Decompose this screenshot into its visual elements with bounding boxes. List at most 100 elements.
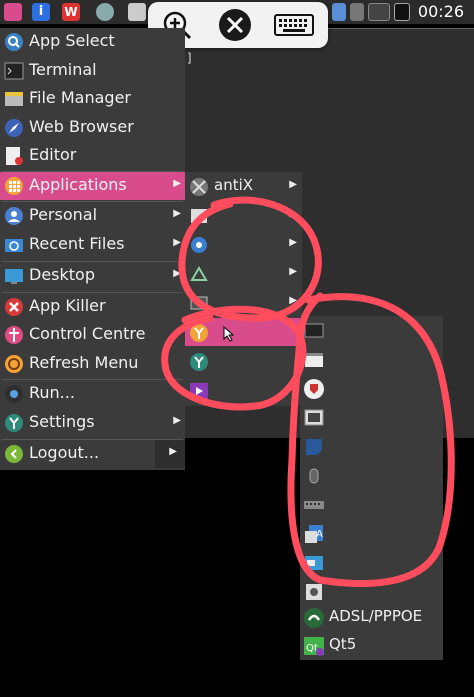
- note-icon: [306, 439, 322, 455]
- system-item-7[interactable]: [300, 490, 443, 518]
- system-item-8[interactable]: A: [300, 519, 443, 547]
- chevron-right-icon: ▶: [289, 237, 297, 248]
- submenu-item-label: antiX: [214, 176, 254, 194]
- submenu-item-2[interactable]: ▶: [185, 201, 302, 229]
- system-item-label: Qt5: [329, 635, 357, 653]
- antix-icon: [190, 178, 208, 196]
- keyboard-icon: [304, 501, 324, 509]
- menu-item-control-centre[interactable]: Control Centre: [0, 321, 185, 349]
- menu-item-refresh-menu[interactable]: Refresh Menu: [0, 350, 185, 378]
- chevron-right-icon: ▶: [173, 237, 181, 248]
- system-item-3[interactable]: [300, 374, 443, 402]
- chevron-right-icon: ▶: [173, 178, 181, 189]
- info-icon[interactable]: i: [32, 3, 50, 21]
- system-item-label: ADSL/PPPOE: [329, 607, 423, 625]
- menu-item-applications[interactable]: Applications ▶: [0, 172, 185, 200]
- editor-icon: [6, 147, 23, 165]
- keyboard-tray-icon[interactable]: [350, 3, 364, 21]
- logout-submenu-toggle[interactable]: ▶: [155, 440, 185, 468]
- keyboard-icon[interactable]: [272, 8, 316, 42]
- menu-item-personal[interactable]: Personal ▶: [0, 202, 185, 230]
- svg-text:A: A: [316, 529, 323, 540]
- menu-item-label: Run...: [29, 383, 75, 402]
- menu-item-file-manager[interactable]: File Manager: [0, 85, 185, 113]
- user-icon: [5, 207, 23, 225]
- apps-grid-icon: [5, 177, 23, 195]
- logout-icon: [5, 445, 23, 463]
- recent-files-icon: [5, 239, 23, 252]
- panel-icon: [305, 353, 323, 367]
- menu-item-label: App Killer: [29, 296, 106, 315]
- submenu-item-antix[interactable]: antiX ▶: [185, 172, 302, 200]
- menu-item-label: Personal: [29, 205, 98, 224]
- menu-item-label: Applications: [29, 175, 127, 194]
- menu-item-app-killer[interactable]: App Killer: [0, 293, 185, 321]
- menu-item-label: Editor: [29, 145, 77, 164]
- compass-icon: [5, 119, 23, 137]
- system-item-adsl[interactable]: ADSL/PPPOE: [300, 603, 443, 631]
- menu-item-web-browser[interactable]: Web Browser: [0, 114, 185, 142]
- menu-item-recent-files[interactable]: Recent Files ▶: [0, 231, 185, 259]
- menu-item-label: Web Browser: [29, 117, 134, 136]
- run-icon: [5, 385, 23, 403]
- apps-grid-icon[interactable]: [4, 3, 22, 21]
- clock[interactable]: 00:26: [418, 2, 464, 21]
- menu-item-label: Desktop: [29, 265, 95, 284]
- system-item-10[interactable]: [300, 577, 443, 605]
- system-submenu: A ADSL/PPPOE Qt Qt5: [300, 316, 443, 660]
- browser-icon[interactable]: [96, 3, 114, 21]
- applications-submenu: antiX ▶ ▶ ▶ ▶ ▶: [185, 172, 302, 406]
- system-item-6[interactable]: [300, 461, 443, 489]
- menu-item-settings[interactable]: Settings ▶: [0, 409, 185, 437]
- submenu-item-media[interactable]: [185, 376, 302, 404]
- main-menu: App Select Terminal File Manager Web Bro…: [0, 28, 185, 470]
- submenu-item-system[interactable]: [185, 318, 302, 346]
- remote-connection-icon[interactable]: [218, 8, 252, 42]
- folder-icon: [5, 92, 23, 106]
- network-tray-icon[interactable]: [332, 3, 346, 21]
- system-item-5[interactable]: [300, 432, 443, 460]
- menu-item-run[interactable]: Run...: [0, 380, 185, 408]
- media-icon: [190, 383, 208, 399]
- volume-tray-icon[interactable]: [368, 3, 390, 21]
- system-item-9[interactable]: [300, 548, 443, 576]
- tools-icon: [190, 353, 208, 371]
- submenu-item-4[interactable]: ▶: [185, 259, 302, 287]
- system-item-4[interactable]: [300, 403, 443, 431]
- menu-item-desktop[interactable]: Desktop ▶: [0, 262, 185, 290]
- chevron-right-icon: ▶: [289, 179, 297, 190]
- battery-tray-icon[interactable]: [394, 3, 410, 21]
- menu-item-terminal[interactable]: Terminal: [0, 57, 185, 85]
- submenu-item-3[interactable]: ▶: [185, 230, 302, 258]
- chevron-right-icon: ▶: [289, 295, 297, 306]
- phone-icon: [304, 608, 324, 628]
- window-icon[interactable]: [128, 3, 146, 21]
- window-icon: [191, 209, 207, 223]
- menu-item-label: App Select: [29, 31, 115, 50]
- menu-item-label: Refresh Menu: [29, 353, 139, 372]
- menu-item-logout[interactable]: Logout... ▶: [0, 440, 185, 468]
- submenu-item-5[interactable]: ▶: [185, 288, 302, 316]
- system-item-1[interactable]: [300, 316, 443, 344]
- system-item-2[interactable]: [300, 345, 443, 373]
- chevron-right-icon: ▶: [289, 208, 297, 219]
- office-icon[interactable]: W: [62, 3, 80, 21]
- window-manager-icon: [305, 556, 323, 570]
- menu-item-label: Logout...: [29, 443, 100, 462]
- control-centre-icon: [5, 326, 23, 344]
- kill-icon: [5, 298, 23, 316]
- chevron-right-icon: ▶: [173, 268, 181, 279]
- font-icon: A: [305, 525, 323, 543]
- menu-item-app-select[interactable]: App Select: [0, 28, 185, 56]
- submenu-item-tools[interactable]: [185, 347, 302, 375]
- disk-icon: [306, 584, 322, 600]
- terminal-icon: [4, 62, 24, 80]
- network-icon: [190, 266, 208, 281]
- system-item-qt5[interactable]: Qt Qt5: [300, 631, 443, 659]
- monitor-icon: [304, 323, 324, 338]
- menu-item-editor[interactable]: Editor: [0, 142, 185, 170]
- desktop-icon: [5, 269, 23, 284]
- shield-icon: [304, 379, 324, 399]
- chevron-right-icon: ▶: [173, 415, 181, 426]
- refresh-icon: [5, 355, 23, 373]
